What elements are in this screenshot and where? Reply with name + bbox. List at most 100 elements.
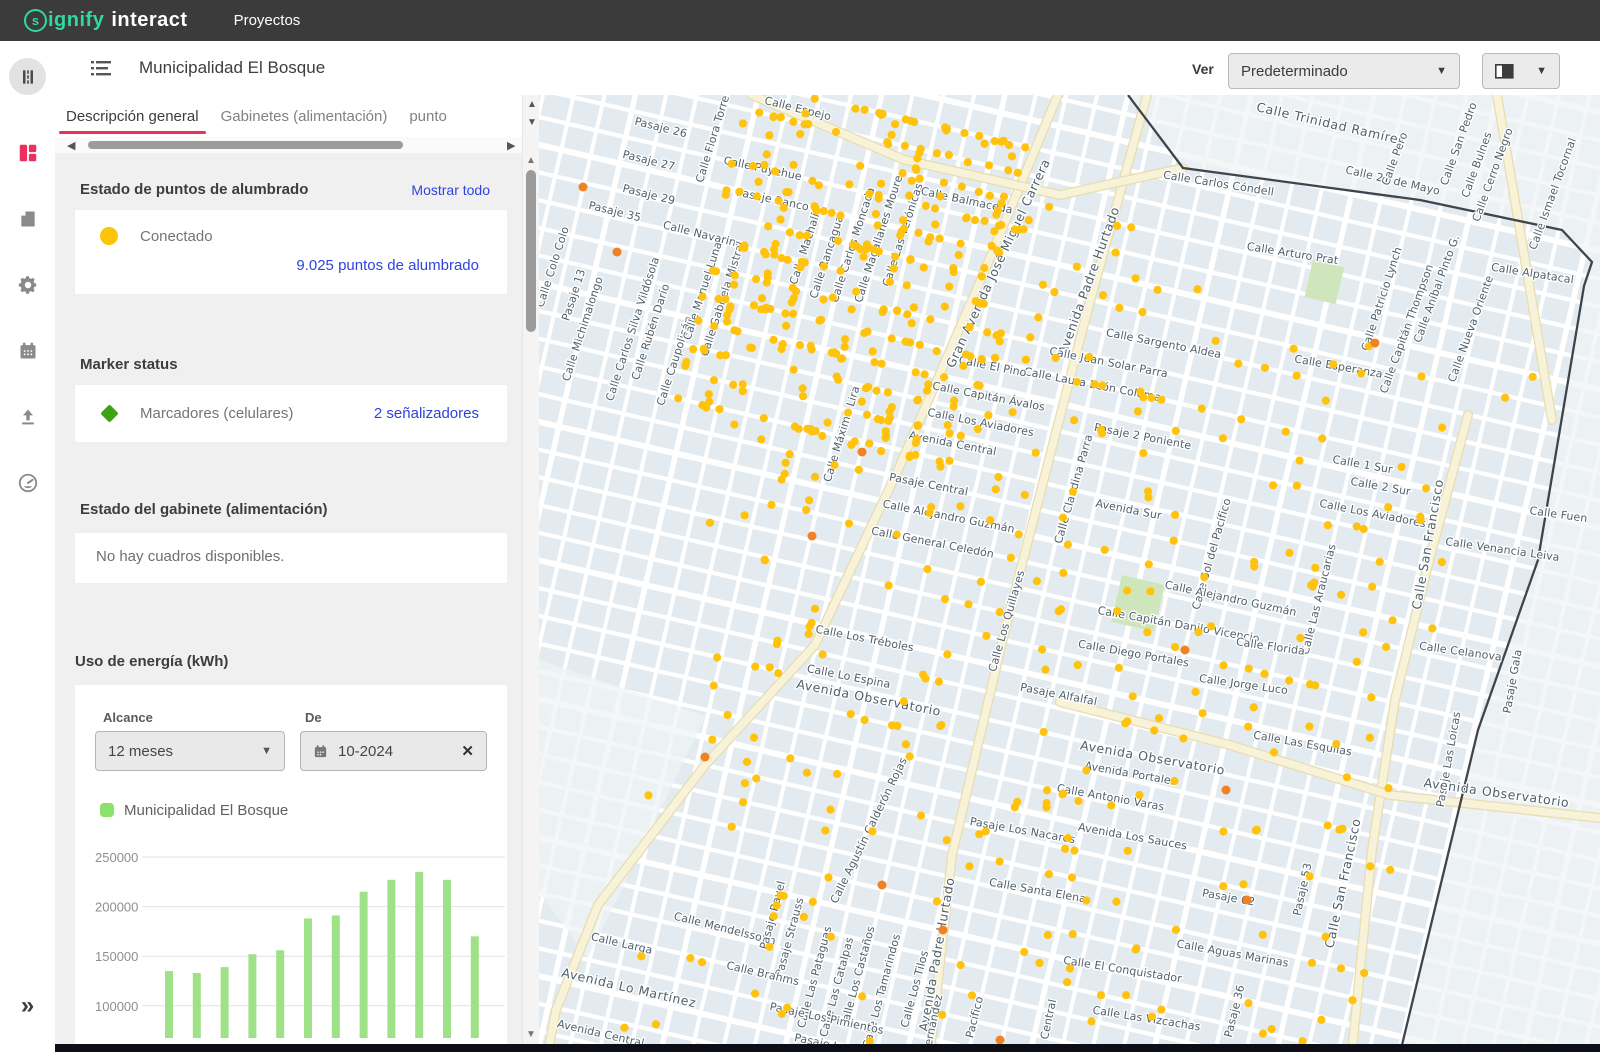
- light-point-marker[interactable]: [884, 388, 892, 396]
- light-point-marker[interactable]: [832, 128, 840, 136]
- light-point-marker[interactable]: [991, 137, 999, 145]
- light-point-marker[interactable]: [1382, 643, 1390, 651]
- light-point-marker[interactable]: [858, 992, 866, 1000]
- light-point-marker[interactable]: [1305, 722, 1313, 730]
- light-point-marker[interactable]: [780, 204, 788, 212]
- scroll-right-icon[interactable]: ▶: [507, 139, 515, 152]
- light-point-marker[interactable]: [1322, 397, 1330, 405]
- light-point-marker[interactable]: [1123, 587, 1131, 595]
- light-point-marker[interactable]: [1129, 692, 1137, 700]
- light-point-marker[interactable]: [990, 227, 998, 235]
- light-point-marker[interactable]: [914, 422, 922, 430]
- light-point-marker[interactable]: [936, 463, 944, 471]
- light-point-marker[interactable]: [698, 958, 706, 966]
- light-point-marker[interactable]: [977, 578, 985, 586]
- light-point-marker[interactable]: [731, 271, 739, 279]
- sidebar-item-schedules[interactable]: [0, 331, 55, 371]
- light-point-marker[interactable]: [1098, 429, 1106, 437]
- light-point-marker[interactable]: [766, 663, 774, 671]
- light-point-marker[interactable]: [975, 188, 983, 196]
- light-point-marker[interactable]: [907, 255, 915, 263]
- light-point-marker[interactable]: [826, 806, 834, 814]
- light-point-marker[interactable]: [898, 169, 906, 177]
- light-point-marker[interactable]: [1501, 394, 1509, 402]
- light-point-marker[interactable]: [1207, 622, 1215, 630]
- range-select[interactable]: 12 meses ▼: [95, 731, 285, 771]
- light-point-marker[interactable]: [1260, 670, 1268, 678]
- alert-point-marker[interactable]: [1222, 786, 1231, 795]
- light-point-marker[interactable]: [1219, 827, 1227, 835]
- light-point-marker[interactable]: [1113, 607, 1121, 615]
- street-map[interactable]: Calle EspejoPasaje 26Pasaje 27Pasaje 29P…: [539, 95, 1600, 1052]
- light-point-marker[interactable]: [789, 161, 797, 169]
- light-point-marker[interactable]: [776, 215, 784, 223]
- light-point-marker[interactable]: [908, 319, 916, 327]
- light-point-marker[interactable]: [824, 873, 832, 881]
- light-point-marker[interactable]: [935, 678, 943, 686]
- light-point-marker[interactable]: [941, 303, 949, 311]
- light-point-marker[interactable]: [903, 281, 911, 289]
- light-point-marker[interactable]: [1290, 345, 1298, 353]
- light-point-marker[interactable]: [920, 263, 928, 271]
- light-point-marker[interactable]: [1282, 428, 1290, 436]
- light-point-marker[interactable]: [924, 380, 932, 388]
- light-point-marker[interactable]: [821, 826, 829, 834]
- alert-point-marker[interactable]: [579, 183, 588, 192]
- light-point-marker[interactable]: [833, 373, 841, 381]
- light-point-marker[interactable]: [931, 220, 939, 228]
- light-point-marker[interactable]: [982, 632, 990, 640]
- light-point-marker[interactable]: [1194, 628, 1202, 636]
- light-point-marker[interactable]: [1026, 333, 1034, 341]
- light-point-marker[interactable]: [1191, 688, 1199, 696]
- light-point-marker[interactable]: [957, 961, 965, 969]
- alert-point-marker[interactable]: [1371, 339, 1380, 348]
- light-point-marker[interactable]: [1134, 407, 1142, 415]
- light-point-marker[interactable]: [708, 736, 716, 744]
- light-point-marker[interactable]: [1389, 616, 1397, 624]
- light-point-marker[interactable]: [938, 1011, 946, 1019]
- light-point-marker[interactable]: [891, 120, 899, 128]
- sidebar-item-dashboard[interactable]: [0, 133, 55, 173]
- light-point-marker[interactable]: [860, 329, 868, 337]
- light-point-marker[interactable]: [1270, 748, 1278, 756]
- light-point-marker[interactable]: [1098, 381, 1106, 389]
- light-point-marker[interactable]: [778, 476, 786, 484]
- light-point-marker[interactable]: [856, 245, 864, 253]
- light-point-marker[interactable]: [943, 836, 951, 844]
- light-point-marker[interactable]: [796, 231, 804, 239]
- light-point-marker[interactable]: [992, 485, 1000, 493]
- light-point-marker[interactable]: [834, 237, 842, 245]
- alert-point-marker[interactable]: [1243, 896, 1252, 905]
- light-point-marker[interactable]: [796, 130, 804, 138]
- light-point-marker[interactable]: [973, 381, 981, 389]
- light-point-marker[interactable]: [994, 206, 1002, 214]
- light-point-marker[interactable]: [1107, 801, 1115, 809]
- light-point-marker[interactable]: [1157, 1006, 1165, 1014]
- light-point-marker[interactable]: [964, 158, 972, 166]
- light-point-marker[interactable]: [944, 421, 952, 429]
- light-point-marker[interactable]: [1058, 790, 1066, 798]
- light-point-marker[interactable]: [936, 234, 944, 242]
- light-point-marker[interactable]: [1172, 427, 1180, 435]
- light-point-marker[interactable]: [1087, 1017, 1095, 1025]
- light-point-marker[interactable]: [783, 1004, 791, 1012]
- light-point-marker[interactable]: [808, 619, 816, 627]
- light-point-marker[interactable]: [931, 204, 939, 212]
- light-point-marker[interactable]: [819, 295, 827, 303]
- light-point-marker[interactable]: [945, 282, 953, 290]
- light-point-marker[interactable]: [856, 162, 864, 170]
- light-point-marker[interactable]: [785, 188, 793, 196]
- light-point-marker[interactable]: [1011, 803, 1019, 811]
- light-point-marker[interactable]: [851, 437, 859, 445]
- light-point-marker[interactable]: [911, 451, 919, 459]
- light-point-marker[interactable]: [981, 217, 989, 225]
- light-point-marker[interactable]: [960, 129, 968, 137]
- light-point-marker[interactable]: [1295, 457, 1303, 465]
- light-point-marker[interactable]: [1041, 666, 1049, 674]
- light-point-marker[interactable]: [735, 188, 743, 196]
- energy-bar[interactable]: [165, 971, 173, 1038]
- light-point-marker[interactable]: [1386, 866, 1394, 874]
- light-point-marker[interactable]: [1384, 503, 1392, 511]
- scroll-up-icon[interactable]: ▲: [526, 155, 536, 166]
- light-point-marker[interactable]: [700, 346, 708, 354]
